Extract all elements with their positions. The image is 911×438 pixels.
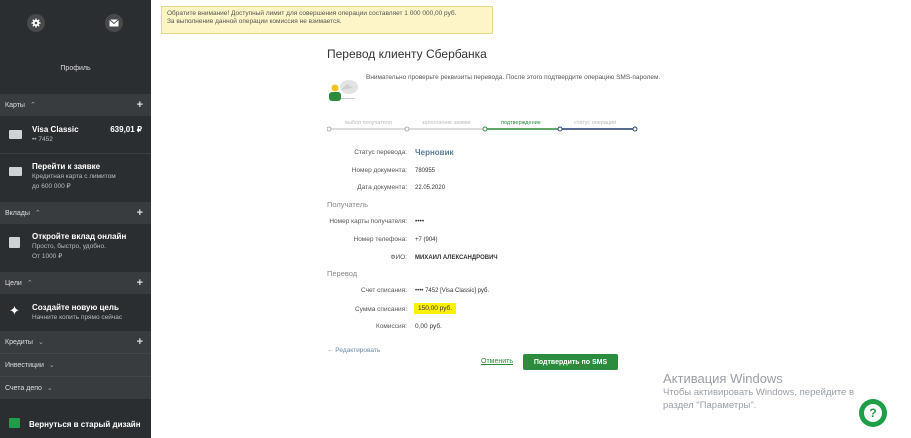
cards-section-header[interactable]: Карты ⌃ + [0, 94, 151, 116]
status-value: Черновик [415, 148, 454, 157]
chevron-down-icon: ⌄ [48, 362, 55, 369]
card-balance: 639,01 ₽ [110, 125, 142, 134]
safe-icon [9, 237, 20, 248]
open-deposit-offer[interactable]: Откройте вклад онлайн Просто, быстро, уд… [0, 228, 151, 268]
old-design-icon [9, 418, 20, 428]
investments-section-title: Инвестиции [5, 361, 44, 369]
chevron-up-icon: ⌃ [34, 210, 41, 217]
windows-activation-watermark: Активация Windows Чтобы активировать Win… [663, 371, 854, 412]
profile-link[interactable]: Профиль [0, 65, 151, 72]
sum-value: 150,00 руб. [414, 303, 457, 314]
add-card-icon[interactable]: + [137, 99, 143, 111]
fio-label: ФИО: [390, 254, 407, 261]
edit-link[interactable]: ← Редактировать [327, 347, 380, 354]
status-label: Статус перевода: [354, 149, 407, 156]
goal-offer-line1: Начните копить прямо сейчас [32, 314, 123, 321]
offer-line2: до 600 000 ₽ [32, 183, 71, 190]
doc-number-label: Номер документа: [351, 167, 407, 174]
card-title: Visa Classic [32, 125, 79, 134]
chevron-up-icon: ⌃ [29, 102, 36, 109]
credits-section-title: Кредиты [5, 338, 33, 346]
phone-label: Номер телефона: [353, 236, 408, 243]
depo-section-title: Счета депо [5, 384, 42, 392]
confirm-sms-button[interactable]: Подтвердить по SMS [523, 354, 618, 370]
old-design-link[interactable]: Вернуться в старый дизайн [0, 412, 151, 436]
doc-date-value: 22.05.2020 [415, 185, 446, 191]
recipient-section-title: Получатель [327, 200, 368, 209]
chevron-down-icon: ⌄ [46, 385, 53, 392]
deposits-section-header[interactable]: Вклады ⌃ + [0, 202, 151, 224]
activation-line2: раздел "Параметры". [663, 400, 757, 411]
card-number-value: •••• [415, 218, 425, 225]
help-button[interactable]: ? [859, 399, 887, 427]
goals-section-header[interactable]: Цели ⌃ + [0, 272, 151, 294]
card-icon [9, 167, 22, 176]
deposits-section-title: Вклады [5, 209, 30, 217]
gear-icon [31, 18, 41, 28]
deposit-offer-line1: Просто, быстро, удобно. [32, 243, 106, 250]
add-deposit-icon[interactable]: + [137, 207, 143, 219]
card-visa-classic[interactable]: Visa Classic •• 7452 639,01 ₽ [0, 120, 151, 150]
credit-card-offer[interactable]: Перейти к заявке Кредитная карта с лимит… [0, 158, 151, 198]
add-credit-icon[interactable]: + [137, 336, 143, 348]
goal-offer-title: Создайте новую цель [32, 303, 119, 312]
messages-button[interactable] [105, 14, 123, 32]
card-icon [9, 130, 22, 139]
fio-value: МИХАИЛ АЛЕКСАНДРОВИЧ [415, 255, 498, 261]
goals-section-title: Цели [5, 279, 22, 287]
doc-number-value: 780955 [415, 168, 436, 174]
card-number: •• 7452 [32, 136, 53, 143]
sidebar-header: Профиль [0, 0, 151, 88]
cancel-link[interactable]: Отменить [481, 358, 513, 365]
activation-title: Активация Windows [663, 371, 783, 386]
chevron-down-icon: ⌄ [37, 339, 44, 346]
transfer-section-title: Перевод [327, 269, 358, 278]
account-label: Счет списания: [360, 287, 407, 294]
create-goal-offer[interactable]: ✦ Создайте новую цель Начните копить пря… [0, 298, 151, 328]
add-goal-icon[interactable]: + [137, 277, 143, 289]
sidebar: Профиль Карты ⌃ + Visa Classic •• 7452 6… [0, 0, 151, 438]
question-icon: ? [864, 404, 882, 422]
activation-line1: Чтобы активировать Windows, перейдите в [663, 387, 855, 398]
phone-value: +7 (904) [415, 237, 438, 243]
old-design-label: Вернуться в старый дизайн [29, 420, 141, 429]
depo-section-header[interactable]: Счета депо ⌄ [0, 377, 151, 399]
deposit-offer-line2: От 1000 ₽ [32, 253, 63, 260]
investments-section-header[interactable]: Инвестиции ⌄ [0, 354, 151, 376]
fee-label: Комиссия: [376, 323, 407, 330]
credits-section-header[interactable]: Кредиты ⌄ + [0, 331, 151, 353]
sum-label: Сумма списания: [354, 306, 407, 313]
chevron-up-icon: ⌃ [26, 280, 33, 287]
deposit-offer-title: Откройте вклад онлайн [32, 232, 127, 241]
offer-title: Перейти к заявке [32, 162, 101, 171]
cards-section-title: Карты [5, 101, 25, 109]
settings-button[interactable] [27, 14, 45, 32]
fee-value: 0,00 руб. [415, 323, 442, 330]
mail-icon [109, 19, 119, 27]
offer-line1: Кредитная карта с лимитом [32, 173, 116, 180]
sparkle-icon: ✦ [9, 303, 20, 318]
divider [0, 153, 151, 154]
card-number-label: Номер карты получателя: [329, 218, 407, 225]
account-value: •••• 7452 [Visa Classic] руб. [415, 288, 490, 294]
doc-date-label: Дата документа: [357, 184, 407, 191]
